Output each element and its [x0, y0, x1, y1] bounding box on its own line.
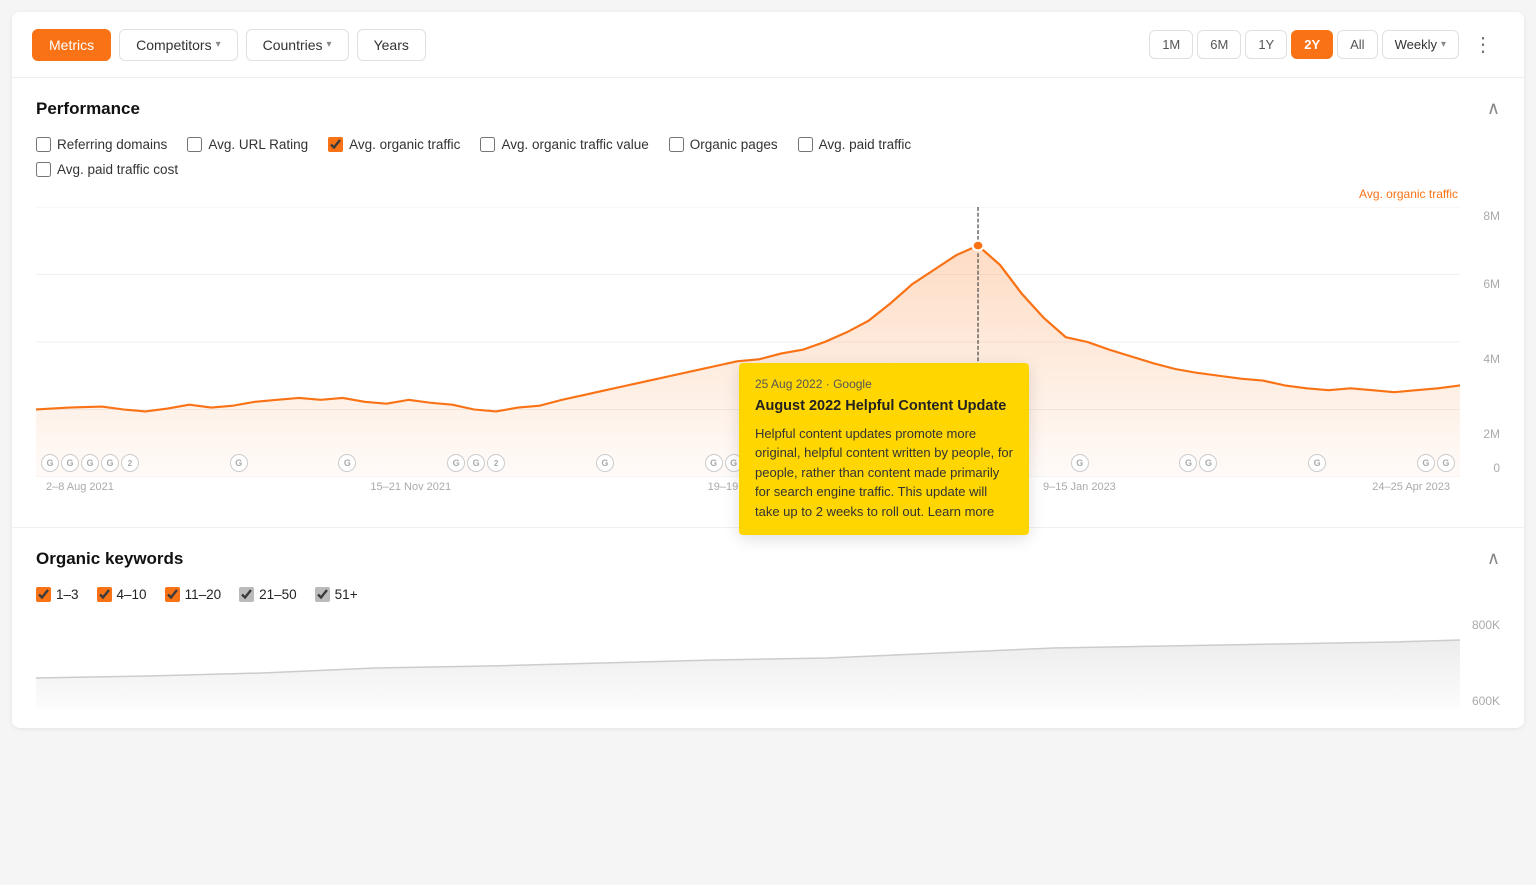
google-update-icon[interactable]: G [705, 454, 723, 472]
kw-y-label-800k: 800K [1472, 618, 1500, 632]
checkbox-organic-pages[interactable]: Organic pages [669, 137, 778, 152]
google-update-icon[interactable]: 2 [121, 454, 139, 472]
checkbox-avg-organic-traffic-value[interactable]: Avg. organic traffic value [480, 137, 648, 152]
checkbox-avg-paid-traffic-cost[interactable]: Avg. paid traffic cost [36, 162, 178, 177]
performance-chart: Avg. organic traffic 8M 6M 4M 2M 0 [36, 187, 1500, 507]
keywords-checkboxes: 1–3 4–10 11–20 21–50 51+ [36, 587, 1500, 602]
google-update-icon[interactable]: 2 [487, 454, 505, 472]
google-update-icon[interactable]: G [338, 454, 356, 472]
google-update-icon[interactable]: G [1417, 454, 1435, 472]
collapse-keywords-button[interactable]: ∧ [1487, 548, 1500, 569]
y-label-4m: 4M [1483, 352, 1500, 366]
keywords-chart-svg [36, 618, 1460, 708]
google-update-icon[interactable]: G [1308, 454, 1326, 472]
checkbox-4-10[interactable]: 4–10 [97, 587, 147, 602]
tooltip-header: 25 Aug 2022 · Google [755, 377, 1013, 391]
y-label-2m: 2M [1483, 427, 1500, 441]
tooltip-title: August 2022 Helpful Content Update [755, 397, 1013, 416]
checkbox-11-20[interactable]: 11–20 [165, 587, 222, 602]
checkbox-avg-organic-traffic[interactable]: Avg. organic traffic [328, 137, 460, 152]
google-update-icon[interactable]: G [81, 454, 99, 472]
tab-countries[interactable]: Countries ▾ [246, 29, 349, 61]
organic-keywords-header: Organic keywords ∧ [36, 548, 1500, 569]
chevron-down-icon: ▾ [1441, 39, 1446, 50]
chevron-down-icon: ▾ [327, 39, 332, 50]
performance-section: Performance ∧ Referring domains Avg. URL… [12, 78, 1524, 528]
checkbox-avg-url-rating[interactable]: Avg. URL Rating [187, 137, 308, 152]
toolbar: Metrics Competitors ▾ Countries ▾ Years … [12, 12, 1524, 78]
google-update-icon[interactable]: G [230, 454, 248, 472]
time-all[interactable]: All [1337, 30, 1377, 59]
kw-y-label-600k: 600K [1472, 694, 1500, 708]
performance-header: Performance ∧ [36, 98, 1500, 119]
x-label-jan2023: 9–15 Jan 2023 [1043, 481, 1116, 493]
weekly-dropdown[interactable]: Weekly ▾ [1382, 30, 1459, 59]
google-update-icon[interactable]: G [101, 454, 119, 472]
x-label-aug2021: 2–8 Aug 2021 [46, 481, 114, 493]
toolbar-right: 1M 6M 1Y 2Y All Weekly ▾ ⋮ [1149, 26, 1504, 63]
checkbox-avg-paid-traffic[interactable]: Avg. paid traffic [798, 137, 912, 152]
performance-title: Performance [36, 99, 140, 119]
checkbox-referring-domains[interactable]: Referring domains [36, 137, 167, 152]
organic-keywords-section: Organic keywords ∧ 1–3 4–10 11–20 21–50 [12, 528, 1524, 728]
more-options-button[interactable]: ⋮ [1463, 26, 1504, 63]
google-update-icon[interactable]: G [467, 454, 485, 472]
y-label-0: 0 [1493, 461, 1500, 475]
google-update-tooltip: 25 Aug 2022 · Google August 2022 Helpful… [739, 363, 1029, 535]
google-update-icon[interactable]: G [1199, 454, 1217, 472]
tab-years[interactable]: Years [357, 29, 426, 61]
performance-checkboxes-2: Avg. paid traffic cost [36, 162, 1500, 177]
tab-competitors[interactable]: Competitors ▾ [119, 29, 238, 61]
checkbox-51plus[interactable]: 51+ [315, 587, 358, 602]
checkbox-1-3[interactable]: 1–3 [36, 587, 79, 602]
x-label-nov2021: 15–21 Nov 2021 [370, 481, 451, 493]
time-1y[interactable]: 1Y [1245, 30, 1287, 59]
y-label-6m: 6M [1483, 277, 1500, 291]
time-2y[interactable]: 2Y [1291, 30, 1333, 59]
keywords-chart: 800K 600K [36, 618, 1500, 708]
google-update-icon[interactable]: G [596, 454, 614, 472]
google-update-icon[interactable]: G [447, 454, 465, 472]
google-update-icon[interactable]: G [1071, 454, 1089, 472]
google-update-icon[interactable]: G [61, 454, 79, 472]
x-label-apr2023: 24–25 Apr 2023 [1372, 481, 1450, 493]
avg-organic-traffic-label: Avg. organic traffic [1359, 187, 1458, 201]
checkbox-21-50[interactable]: 21–50 [239, 587, 297, 602]
google-update-icon[interactable]: G [41, 454, 59, 472]
toolbar-left: Metrics Competitors ▾ Countries ▾ Years [32, 29, 426, 61]
google-update-icon[interactable]: G [1437, 454, 1455, 472]
time-6m[interactable]: 6M [1197, 30, 1241, 59]
time-1m[interactable]: 1M [1149, 30, 1193, 59]
y-label-8m: 8M [1483, 209, 1500, 223]
organic-keywords-title: Organic keywords [36, 549, 183, 569]
chevron-down-icon: ▾ [216, 39, 221, 50]
collapse-performance-button[interactable]: ∧ [1487, 98, 1500, 119]
tooltip-body: Helpful content updates promote more ori… [755, 424, 1013, 522]
google-update-icon[interactable]: G [1179, 454, 1197, 472]
performance-checkboxes: Referring domains Avg. URL Rating Avg. o… [36, 137, 1500, 152]
tab-metrics[interactable]: Metrics [32, 29, 111, 61]
